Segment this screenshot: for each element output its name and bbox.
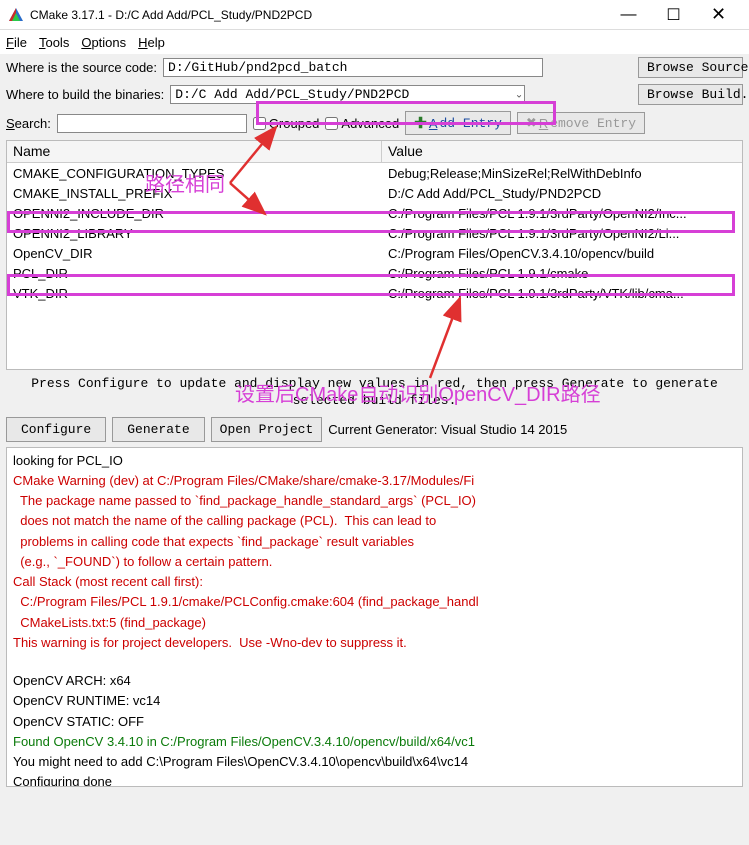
remove-entry-button[interactable]: ✖Remove Entry	[517, 112, 645, 134]
plus-icon: ✚	[414, 114, 427, 132]
minimize-button[interactable]: —	[606, 0, 651, 30]
cache-grid[interactable]: Name Value CMAKE_CONFIGURATION_TYPESDebu…	[6, 140, 743, 370]
build-input[interactable]	[170, 85, 525, 104]
col-name[interactable]: Name	[7, 141, 382, 162]
browse-build-button[interactable]: Browse Build...	[638, 84, 743, 105]
close-button[interactable]: ✕	[696, 0, 741, 30]
maximize-button[interactable]: ☐	[651, 0, 696, 30]
menu-options[interactable]: Options	[81, 35, 126, 50]
advanced-checkbox[interactable]: Advanced	[325, 116, 399, 131]
title-bar: CMake 3.17.1 - D:/C Add Add/PCL_Study/PN…	[0, 0, 749, 30]
menu-bar: File Tools Options Help	[0, 30, 749, 54]
x-icon: ✖	[526, 115, 537, 131]
build-label: Where to build the binaries:	[6, 87, 164, 102]
source-label: Where is the source code:	[6, 60, 157, 75]
table-row[interactable]: OpenCV_DIRC:/Program Files/OpenCV.3.4.10…	[7, 243, 742, 263]
hint-text: Press Configure to update and display ne…	[0, 372, 749, 414]
browse-source-button[interactable]: Browse Source...	[638, 57, 743, 78]
search-row: Search: Grouped Advanced ✚Add Entry ✖Rem…	[0, 108, 749, 138]
generate-button[interactable]: Generate	[112, 417, 204, 442]
action-row: Configure Generate Open Project Current …	[0, 414, 749, 445]
table-row[interactable]: OPENNI2_LIBRARYC:/Program Files/PCL 1.9.…	[7, 223, 742, 243]
table-row[interactable]: CMAKE_INSTALL_PREFIXD:/C Add Add/PCL_Stu…	[7, 183, 742, 203]
open-project-button[interactable]: Open Project	[211, 417, 323, 442]
current-generator: Current Generator: Visual Studio 14 2015	[328, 422, 567, 437]
table-row[interactable]: PCL_DIRC:/Program Files/PCL 1.9.1/cmake	[7, 263, 742, 283]
col-value[interactable]: Value	[382, 141, 742, 162]
window-title: CMake 3.17.1 - D:/C Add Add/PCL_Study/PN…	[30, 8, 606, 22]
add-entry-button[interactable]: ✚Add Entry	[405, 111, 511, 135]
source-row: Where is the source code: Browse Source.…	[0, 54, 749, 81]
grouped-checkbox[interactable]: Grouped	[253, 116, 320, 131]
chevron-down-icon[interactable]: ⌄	[515, 89, 523, 100]
output-panel[interactable]: looking for PCL_IO CMake Warning (dev) a…	[6, 447, 743, 787]
search-label: Search:	[6, 116, 51, 131]
grid-header: Name Value	[7, 141, 742, 163]
table-row[interactable]: CMAKE_CONFIGURATION_TYPESDebug;Release;M…	[7, 163, 742, 183]
menu-help[interactable]: Help	[138, 35, 165, 50]
build-row: Where to build the binaries: ⌄ Browse Bu…	[0, 81, 749, 108]
menu-file[interactable]: File	[6, 35, 27, 50]
menu-tools[interactable]: Tools	[39, 35, 69, 50]
app-icon	[8, 7, 24, 23]
source-input[interactable]	[163, 58, 543, 77]
table-row[interactable]: VTK_DIRC:/Program Files/PCL 1.9.1/3rdPar…	[7, 283, 742, 303]
search-input[interactable]	[57, 114, 247, 133]
configure-button[interactable]: Configure	[6, 417, 106, 442]
table-row[interactable]: OPENNI2_INCLUDE_DIRC:/Program Files/PCL …	[7, 203, 742, 223]
